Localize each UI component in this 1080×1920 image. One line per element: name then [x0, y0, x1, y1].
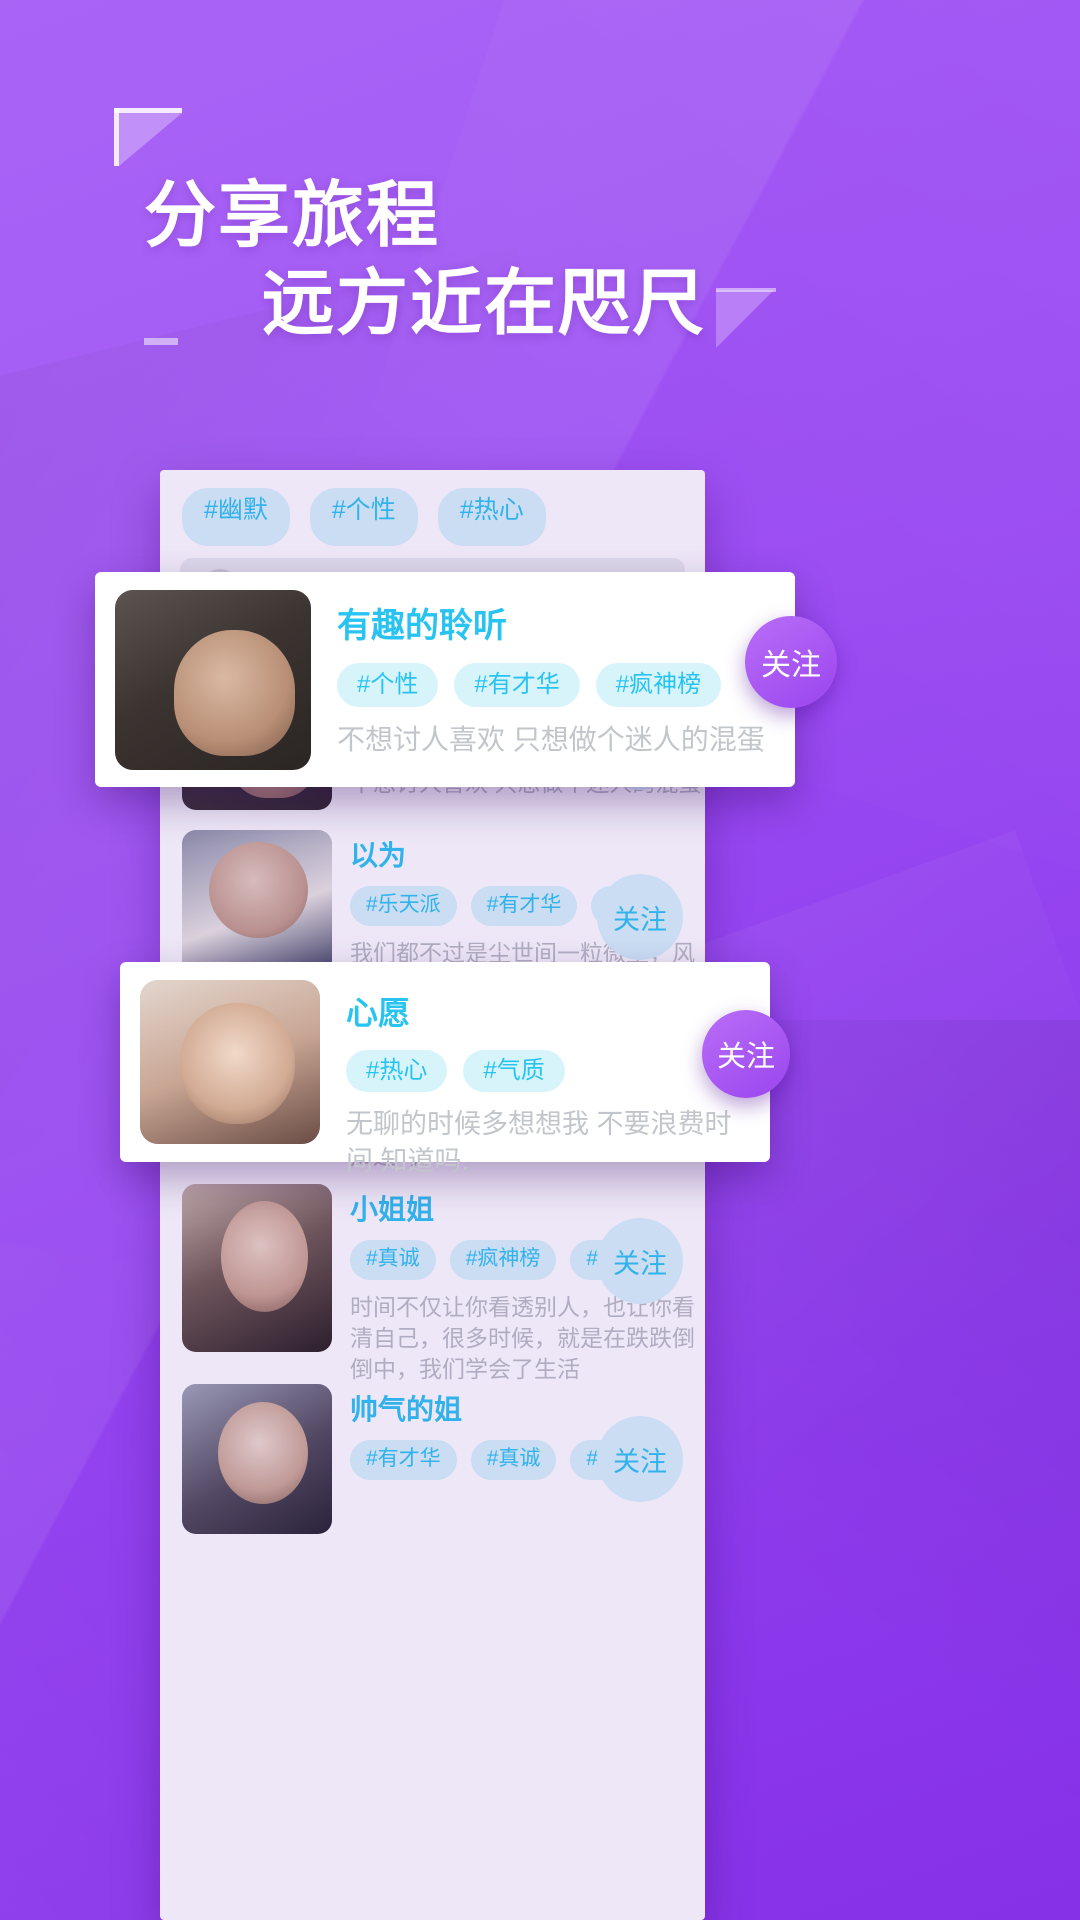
- list-item[interactable]: 小姐姐 #真诚 #疯神榜 #热心 时间不仅让你看透别人，也让你看清自己，很多时候…: [160, 1170, 705, 1399]
- follow-button[interactable]: 关注: [597, 1416, 683, 1502]
- headline-block: 分享旅程 远方近在咫尺: [0, 52, 1080, 348]
- profile-tag[interactable]: #乐天派: [350, 886, 457, 926]
- avatar: [140, 980, 320, 1144]
- profile-tag[interactable]: #有才华: [470, 886, 578, 926]
- follow-button[interactable]: 关注: [745, 616, 837, 708]
- top-tag-1[interactable]: #个性: [309, 488, 418, 546]
- follow-button[interactable]: 关注: [597, 1218, 683, 1304]
- headline-line-2: 远方近在咫尺: [262, 264, 707, 344]
- profile-tag[interactable]: #真诚: [470, 1440, 557, 1480]
- profile-tags: #热心 #气质: [346, 1050, 750, 1092]
- highlighted-profile-card[interactable]: 有趣的聆听 #个性 #有才华 #疯神榜 不想讨人喜欢 只想做个迷人的混蛋 关注: [95, 572, 837, 787]
- profile-name: 以为: [350, 840, 407, 871]
- profile-tag[interactable]: #真诚: [350, 1240, 436, 1280]
- avatar: [115, 590, 311, 770]
- list-item[interactable]: 帅气的姐 #有才华 #真诚 #内向 关注: [160, 1370, 705, 1548]
- profile-tag[interactable]: #热心: [346, 1050, 448, 1092]
- avatar: [182, 1184, 332, 1352]
- profile-bio: 不想讨人喜欢 只想做个迷人的混蛋: [337, 724, 765, 755]
- right-triangle-decoration: [716, 290, 774, 348]
- profile-name: 有趣的聆听: [337, 607, 507, 645]
- highlighted-profile-card[interactable]: 心愿 #热心 #气质 无聊的时候多想想我 不要浪费时间 知道吗. 关注: [120, 962, 790, 1176]
- dash-decoration: [144, 338, 178, 345]
- profile-tag[interactable]: #有才华: [350, 1440, 457, 1480]
- follow-button[interactable]: 关注: [597, 874, 683, 960]
- top-tag-2[interactable]: #热心: [437, 488, 546, 546]
- top-tag-0[interactable]: #幽默: [182, 488, 290, 546]
- top-tag-bar: #幽默 #个性 #热心: [160, 488, 705, 546]
- profile-name: 心愿: [346, 995, 411, 1031]
- avatar: [182, 830, 332, 980]
- avatar: [182, 1384, 332, 1534]
- profile-tag[interactable]: #疯神榜: [595, 663, 722, 707]
- profile-bio: 无聊的时候多想想我 不要浪费时间 知道吗.: [346, 1109, 732, 1176]
- profile-tags: #个性 #有才华 #疯神榜: [337, 663, 775, 707]
- follow-button[interactable]: 关注: [702, 1010, 790, 1098]
- profile-tag[interactable]: #个性: [337, 663, 439, 707]
- profile-tag[interactable]: #疯神榜: [449, 1240, 557, 1280]
- profile-tag[interactable]: #有才华: [454, 663, 580, 707]
- profile-tag[interactable]: #气质: [463, 1050, 565, 1092]
